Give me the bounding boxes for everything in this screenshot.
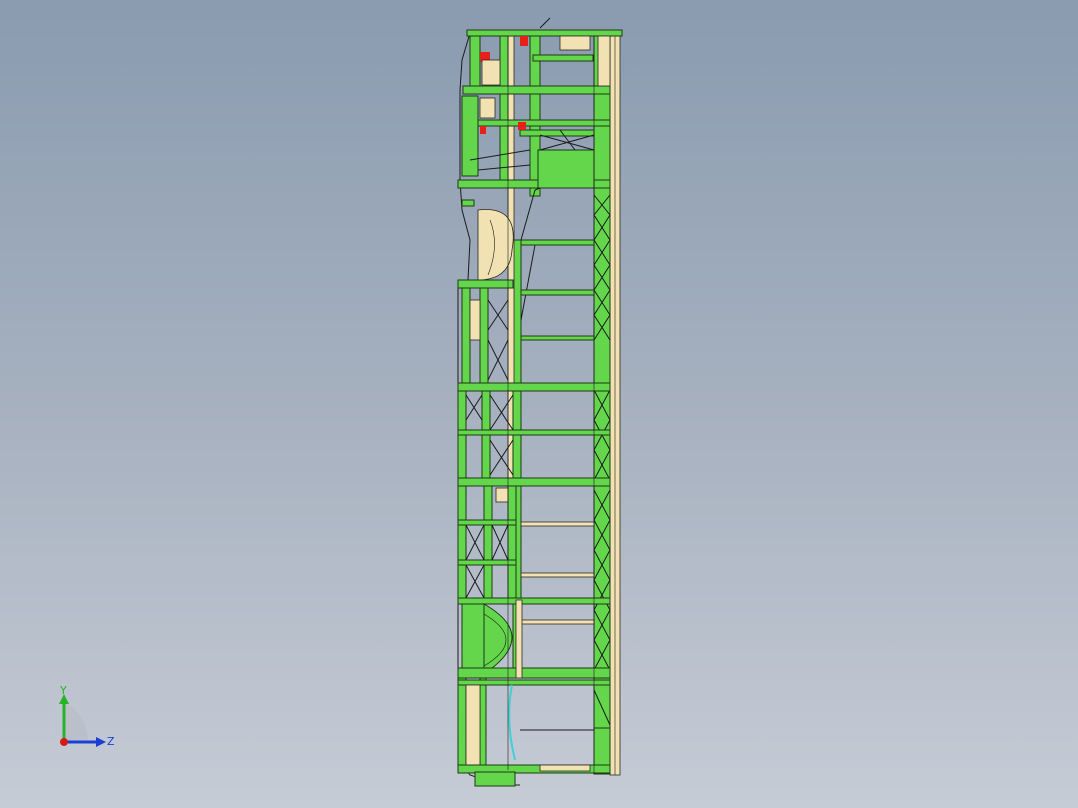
z-axis-arrow-icon: [96, 737, 106, 747]
x-axis-dot: [60, 738, 68, 746]
rear-section: [457, 677, 611, 787]
middle-bay-lower: [457, 390, 611, 487]
y-axis-label: Y: [59, 684, 67, 697]
bus-frame-model[interactable]: .g { fill: none; stroke: #3a8a2a; stroke…: [0, 0, 1078, 808]
z-axis-label: Z: [107, 735, 115, 748]
graphics-viewport[interactable]: .g { fill: none; stroke: #3a8a2a; stroke…: [0, 0, 1078, 808]
rear-middle-bay: [457, 485, 611, 625]
rear-wheel-arch: [457, 599, 611, 679]
triad-arc: [64, 702, 89, 742]
coordinate-triad: Y Z: [48, 682, 128, 762]
